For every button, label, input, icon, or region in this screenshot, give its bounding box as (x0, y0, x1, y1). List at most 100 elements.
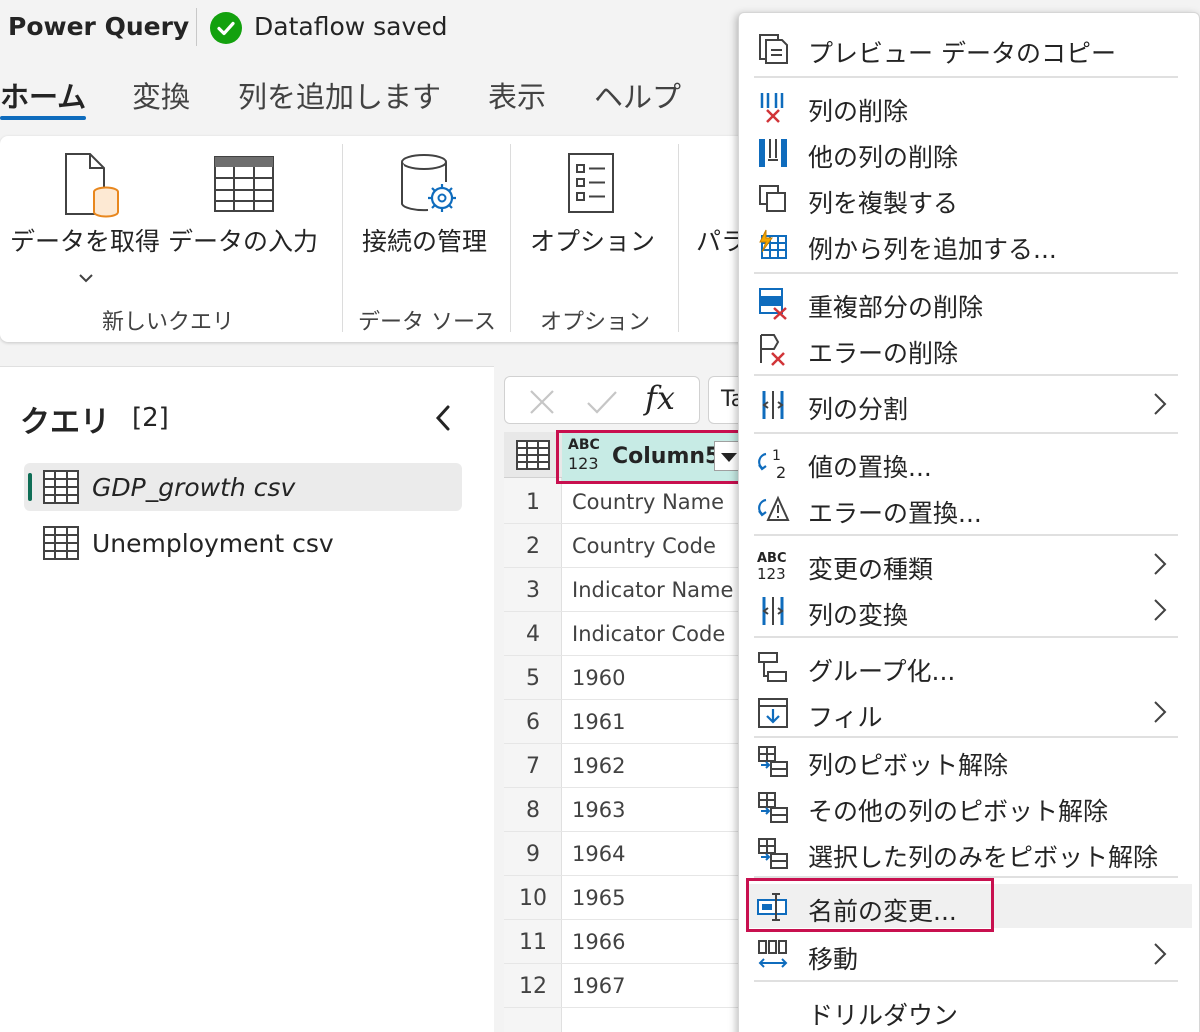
queries-count: [2] (132, 403, 169, 433)
ribbon-separator (510, 144, 511, 332)
column-highlight-box (556, 430, 748, 484)
cell-value: Country Name (572, 490, 725, 514)
commit-icon[interactable] (585, 387, 619, 421)
menu-separator (754, 432, 1178, 434)
options-button[interactable]: オプション (530, 222, 655, 258)
split-column-icon (756, 388, 790, 422)
menu-item-fill[interactable]: フィル (748, 690, 1192, 734)
table-row[interactable]: 9 1964 (504, 832, 754, 876)
get-data-button[interactable]: データを取得 (10, 222, 160, 258)
menu-item-replace-values[interactable]: 12 値の置換... (748, 440, 1192, 484)
ribbon-separator (678, 144, 679, 332)
menu-item-remove-other-columns[interactable]: 他の列の削除 (748, 130, 1192, 174)
row-number: 3 (526, 578, 540, 603)
menu-item-copy-preview[interactable]: プレビュー データのコピー (748, 26, 1192, 70)
menu-item-duplicate-column[interactable]: 列を複製する (748, 176, 1192, 220)
options-icon[interactable] (566, 152, 616, 220)
cell-value: Indicator Code (572, 622, 726, 646)
menu-item-split-column[interactable]: 列の分割 (748, 382, 1192, 426)
unpivot-icon (756, 744, 790, 778)
menu-separator (754, 76, 1178, 78)
fill-icon (756, 696, 790, 730)
manage-connections-button[interactable]: 接続の管理 (362, 222, 487, 258)
duplicate-column-icon (756, 182, 790, 216)
fx-icon[interactable]: fx (645, 379, 675, 417)
menu-item-transform-column[interactable]: 列の変換 (748, 588, 1192, 632)
enter-data-button[interactable]: データの入力 (168, 222, 318, 258)
tab-transform[interactable]: 変換 (132, 74, 190, 116)
svg-text:2: 2 (776, 463, 786, 480)
table-row[interactable]: 6 1961 (504, 700, 754, 744)
menu-item-drill-down[interactable]: ドリルダウン (748, 988, 1192, 1032)
tab-view[interactable]: 表示 (488, 74, 546, 116)
cell-value: 1965 (572, 886, 626, 910)
menu-item-unpivot-selected[interactable]: 選択した列のみをピボット解除 (748, 830, 1192, 874)
tab-home[interactable]: ホーム (0, 74, 86, 116)
table-row[interactable]: 12 1967 (504, 964, 754, 1008)
table-row[interactable]: 1 Country Name (504, 480, 754, 524)
table-row[interactable]: 8 1963 (504, 788, 754, 832)
table-row[interactable]: 2 Country Code (504, 524, 754, 568)
menu-item-label: 他の列の削除 (808, 143, 959, 172)
row-number: 5 (526, 666, 540, 691)
remove-errors-icon (756, 332, 790, 366)
formula-controls: fx (504, 376, 700, 424)
table-row[interactable]: 11 1966 (504, 920, 754, 964)
menu-item-remove-errors[interactable]: エラーの削除 (748, 326, 1192, 370)
row-number: 2 (526, 534, 540, 559)
menu-item-label: 列のピボット解除 (808, 751, 1009, 780)
remove-other-columns-icon (756, 136, 790, 170)
menu-item-unpivot-other[interactable]: その他の列のピボット解除 (748, 784, 1192, 828)
menu-item-column-from-examples[interactable]: 例から列を追加する... (748, 222, 1192, 266)
table-row[interactable]: 7 1962 (504, 744, 754, 788)
svg-text:123: 123 (757, 565, 786, 582)
cell-value: 1962 (572, 754, 626, 778)
chevron-right-icon (1150, 698, 1170, 726)
row-number: 1 (526, 490, 540, 515)
manage-connections-icon[interactable] (398, 152, 464, 222)
chevron-right-icon (1150, 596, 1170, 624)
menu-separator (754, 980, 1178, 982)
table-row[interactable]: 10 1965 (504, 876, 754, 920)
get-data-icon[interactable] (60, 152, 126, 224)
menu-item-label: フィル (808, 703, 883, 732)
collapse-chevron-icon[interactable] (430, 403, 458, 437)
table-row[interactable]: 5 1960 (504, 656, 754, 700)
menu-item-remove-column[interactable]: 列の削除 (748, 84, 1192, 128)
remove-column-icon (756, 90, 790, 124)
cancel-icon[interactable] (527, 387, 557, 421)
move-icon (756, 938, 790, 972)
cell-value: Country Code (572, 534, 716, 558)
menu-separator (754, 534, 1178, 536)
query-item[interactable]: GDP_growth csv (24, 463, 462, 511)
table-icon (42, 469, 80, 509)
menu-item-label: 列を複製する (808, 189, 959, 218)
menu-item-label: エラーの削除 (808, 339, 959, 368)
table-row[interactable]: 4 Indicator Code (504, 612, 754, 656)
menu-item-label: 値の置換... (808, 453, 932, 482)
cell-value: 1964 (572, 842, 626, 866)
menu-item-replace-errors[interactable]: エラーの置換... (748, 486, 1192, 530)
replace-values-icon: 12 (756, 446, 790, 482)
menu-item-label: プレビュー データのコピー (808, 39, 1116, 68)
tab-help[interactable]: ヘルプ (594, 74, 681, 116)
enter-data-icon[interactable] (212, 154, 276, 218)
tab-add-column[interactable]: 列を追加します (238, 74, 441, 116)
menu-item-group-by[interactable]: グループ化... (748, 644, 1192, 688)
table-row[interactable]: 3 Indicator Name (504, 568, 754, 612)
menu-item-label: 選択した列のみをピボット解除 (808, 843, 1159, 872)
menu-item-change-type[interactable]: ABC 123 変更の種類 (748, 542, 1192, 586)
menu-item-remove-duplicates[interactable]: 重複部分の削除 (748, 280, 1192, 324)
menu-item-move[interactable]: 移動 (748, 932, 1192, 976)
table-select-icon[interactable] (516, 440, 550, 474)
app-title: Power Query (8, 12, 190, 41)
selected-indicator (28, 473, 32, 501)
save-status: Dataflow saved (254, 12, 448, 41)
query-item[interactable]: Unemployment csv (24, 519, 462, 567)
title-separator (196, 8, 197, 46)
menu-item-unpivot[interactable]: 列のピボット解除 (748, 738, 1192, 782)
menu-item-label: グループ化... (808, 657, 956, 686)
menu-item-label: ドリルダウン (808, 1001, 959, 1030)
chevron-down-icon[interactable] (76, 270, 96, 289)
cell-value: 1961 (572, 710, 626, 734)
